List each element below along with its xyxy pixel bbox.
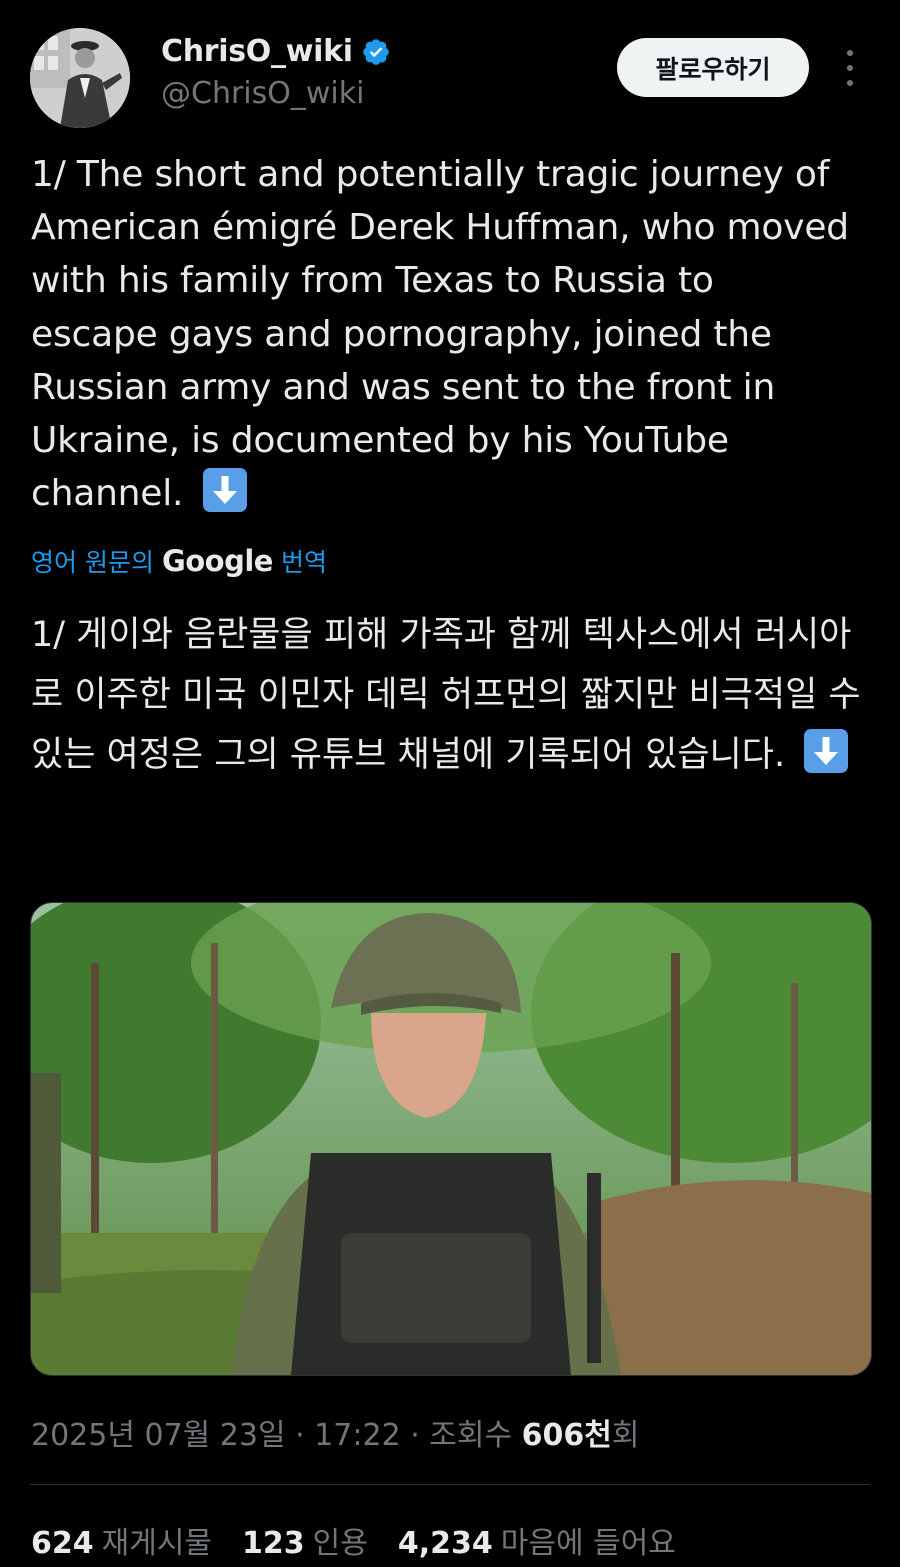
down-arrow-emoji-icon	[202, 468, 247, 513]
quotes-count: 123	[242, 1526, 305, 1561]
translate-prefix: 영어 원문의	[31, 548, 154, 577]
tweet-media-image[interactable]	[30, 902, 872, 1376]
likes-label: 마음에 들어요	[500, 1526, 676, 1561]
tweet-time[interactable]: 17:22	[314, 1418, 400, 1453]
tweet-text-ko: 1/ 게이와 음란물을 피해 가족과 함께 텍사스에서 러시아로 이주한 미국 …	[31, 615, 861, 775]
tweet-meta: 2025년 07월 23일 · 17:22 · 조회수 606천회	[31, 1418, 640, 1453]
tweet-text: 1/ The short and potentially tragic jour…	[31, 148, 851, 520]
follow-button[interactable]: 팔로우하기	[617, 38, 809, 97]
tweet-date[interactable]: 2025년 07월 23일	[31, 1418, 286, 1453]
avatar[interactable]	[30, 28, 130, 128]
quotes-label: 인용	[312, 1526, 368, 1561]
retweets-stat[interactable]: 624 재게시물	[31, 1518, 212, 1562]
author-name-row[interactable]: ChrisO_wiki	[161, 34, 391, 69]
translation-attribution[interactable]: 영어 원문의 Google 번역	[31, 543, 327, 579]
author-handle[interactable]: @ChrisO_wiki	[161, 76, 364, 111]
retweets-count: 624	[31, 1526, 94, 1561]
google-logo: Google	[161, 544, 274, 578]
tweet-text-en: 1/ The short and potentially tragic jour…	[31, 154, 849, 515]
verified-badge-icon	[361, 37, 391, 67]
author-display-name[interactable]: ChrisO_wiki	[161, 34, 353, 69]
likes-stat[interactable]: 4,234 마음에 들어요	[398, 1518, 676, 1562]
retweets-label: 재게시물	[101, 1526, 213, 1561]
down-arrow-emoji-icon	[804, 729, 849, 773]
likes-count: 4,234	[397, 1526, 493, 1561]
quotes-stat[interactable]: 123 인용	[242, 1518, 368, 1562]
more-vertical-icon[interactable]	[838, 50, 862, 86]
avatar-image	[30, 28, 130, 128]
views-label: 조회수	[429, 1418, 513, 1453]
soldier-photo	[31, 903, 871, 1375]
divider	[30, 1484, 870, 1485]
translate-suffix: 번역	[280, 548, 327, 577]
tweet-translation: 1/ 게이와 음란물을 피해 가족과 함께 텍사스에서 러시아로 이주한 미국 …	[31, 605, 871, 785]
engagement-stats: 624 재게시물 123 인용 4,234 마음에 들어요	[31, 1518, 676, 1562]
views-suffix: 회	[611, 1418, 640, 1453]
views-count: 606천	[521, 1418, 612, 1453]
